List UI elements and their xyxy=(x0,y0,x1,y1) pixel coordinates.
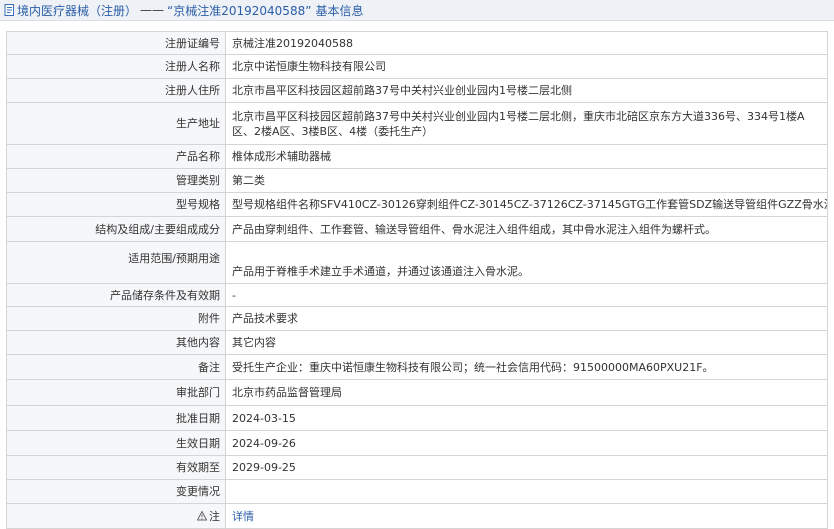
row-model-spec: 型号规格 型号规格组件名称SFV410CZ-30126穿刺组件CZ-30145C… xyxy=(6,192,828,217)
row-intended-use: 适用范围/预期用途 产品用于脊椎手术建立手术通道，并通过该通道注入骨水泥。 xyxy=(6,241,828,284)
row-value: 北京市昌平区科技园区超前路37号中关村兴业创业园内1号楼二层北侧，重庆市北碚区京… xyxy=(225,102,828,145)
row-effective-date: 生效日期 2024-09-26 xyxy=(6,430,828,456)
row-value: 受托生产企业：重庆中诺恒康生物科技有限公司；统一社会信用代码：91500000M… xyxy=(225,354,828,380)
row-label: 有效期至 xyxy=(6,455,226,480)
details-link[interactable]: 详情 xyxy=(232,510,254,523)
row-management-class: 管理类别 第二类 xyxy=(6,168,828,193)
row-value: 北京市昌平区科技园区超前路37号中关村兴业创业园内1号楼二层北侧 xyxy=(225,78,828,103)
row-value: 第二类 xyxy=(225,168,828,193)
row-value: 产品由穿刺组件、工作套管、输送导管组件、骨水泥注入组件组成，其中骨水泥注入组件为… xyxy=(225,216,828,242)
row-note: 注 详情 xyxy=(6,503,828,529)
row-change-history: 变更情况 xyxy=(6,479,828,504)
row-approval-date: 批准日期 2024-03-15 xyxy=(6,405,828,431)
row-value: 详情 xyxy=(225,503,828,529)
row-value: 型号规格组件名称SFV410CZ-30126穿刺组件CZ-30145CZ-371… xyxy=(225,192,828,217)
row-label: 注册人住所 xyxy=(6,78,226,103)
row-label: 管理类别 xyxy=(6,168,226,193)
row-value: - xyxy=(225,283,828,307)
row-value: 椎体成形术辅助器械 xyxy=(225,144,828,169)
category-link[interactable]: 境内医疗器械（注册） xyxy=(17,2,137,19)
note-label: 注 xyxy=(209,509,220,523)
row-label: 适用范围/预期用途 xyxy=(6,241,226,284)
row-label: 生产地址 xyxy=(6,102,226,145)
row-value xyxy=(225,479,828,504)
header-separator: —— xyxy=(140,3,165,17)
row-value: 北京市药品监督管理局 xyxy=(225,379,828,406)
row-label-note: 注 xyxy=(6,503,226,529)
row-label: 注册人名称 xyxy=(6,54,226,79)
row-label: 结构及组成/主要组成成分 xyxy=(6,216,226,242)
row-value: 产品技术要求 xyxy=(225,306,828,331)
row-label: 型号规格 xyxy=(6,192,226,217)
row-label: 备注 xyxy=(6,354,226,380)
document-icon xyxy=(3,4,15,16)
row-label: 生效日期 xyxy=(6,430,226,456)
row-structure: 结构及组成/主要组成成分 产品由穿刺组件、工作套管、输送导管组件、骨水泥注入组件… xyxy=(6,216,828,242)
row-value: 2024-09-26 xyxy=(225,430,828,456)
row-label: 产品名称 xyxy=(6,144,226,169)
row-storage: 产品储存条件及有效期 - xyxy=(6,283,828,307)
row-product-name: 产品名称 椎体成形术辅助器械 xyxy=(6,144,828,169)
row-value: 产品用于脊椎手术建立手术通道，并通过该通道注入骨水泥。 xyxy=(225,241,828,284)
row-value: 2029-09-25 xyxy=(225,455,828,480)
row-label: 变更情况 xyxy=(6,479,226,504)
row-approval-department: 审批部门 北京市药品监督管理局 xyxy=(6,379,828,406)
row-value: 2024-03-15 xyxy=(225,405,828,431)
row-label: 批准日期 xyxy=(6,405,226,431)
row-value: 京械注准20192040588 xyxy=(225,31,828,55)
section-title: 基本信息 xyxy=(315,3,364,18)
note-icon xyxy=(196,509,208,520)
row-attachment: 附件 产品技术要求 xyxy=(6,306,828,331)
breadcrumb-header: 境内医疗器械（注册） —— “京械注准20192040588” 基本信息 xyxy=(0,0,834,21)
row-label: 审批部门 xyxy=(6,379,226,406)
row-expiry-date: 有效期至 2029-09-25 xyxy=(6,455,828,480)
row-label: 附件 xyxy=(6,306,226,331)
row-registrant-address: 注册人住所 北京市昌平区科技园区超前路37号中关村兴业创业园内1号楼二层北侧 xyxy=(6,78,828,103)
row-registrant-name: 注册人名称 北京中诺恒康生物科技有限公司 xyxy=(6,54,828,79)
row-other-content: 其他内容 其它内容 xyxy=(6,330,828,355)
row-production-address: 生产地址 北京市昌平区科技园区超前路37号中关村兴业创业园内1号楼二层北侧，重庆… xyxy=(6,102,828,145)
record-title: “京械注准20192040588” xyxy=(167,3,312,18)
row-label: 产品储存条件及有效期 xyxy=(6,283,226,307)
row-value: 北京中诺恒康生物科技有限公司 xyxy=(225,54,828,79)
row-registration-number: 注册证编号 京械注准20192040588 xyxy=(6,31,828,55)
detail-table: 注册证编号 京械注准20192040588 注册人名称 北京中诺恒康生物科技有限… xyxy=(6,31,828,529)
row-label: 其他内容 xyxy=(6,330,226,355)
row-label: 注册证编号 xyxy=(6,31,226,55)
row-value: 其它内容 xyxy=(225,330,828,355)
row-remarks: 备注 受托生产企业：重庆中诺恒康生物科技有限公司；统一社会信用代码：915000… xyxy=(6,354,828,380)
